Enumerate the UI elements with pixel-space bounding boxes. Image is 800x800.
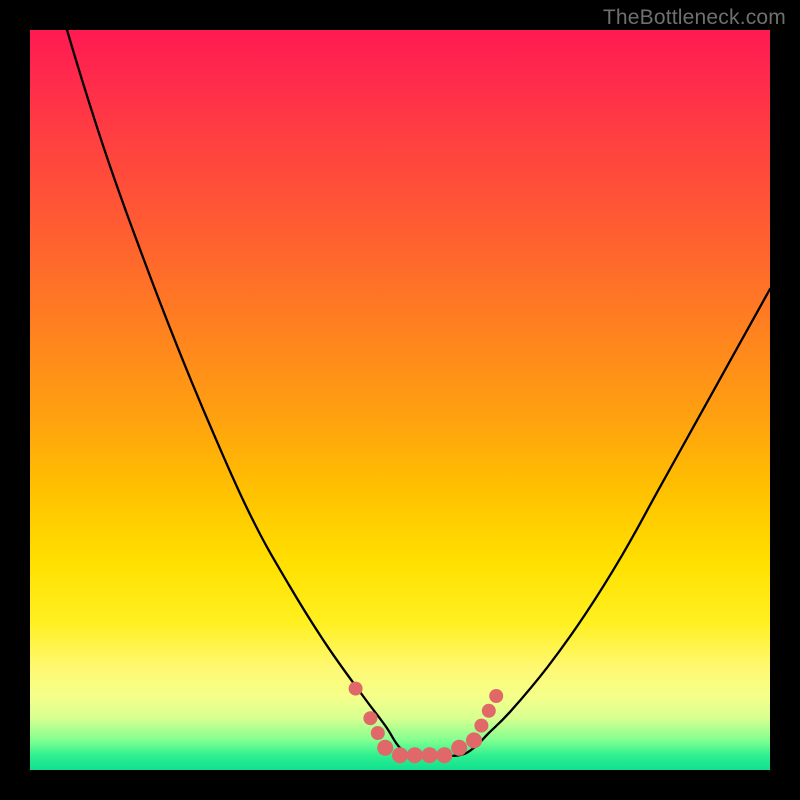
trough-marker bbox=[422, 747, 438, 763]
curve-layer bbox=[30, 30, 770, 770]
bottleneck-curve-path bbox=[30, 0, 770, 756]
trough-marker bbox=[371, 726, 385, 740]
trough-marker bbox=[377, 740, 393, 756]
trough-marker bbox=[489, 689, 503, 703]
chart-frame: TheBottleneck.com bbox=[0, 0, 800, 800]
trough-marker bbox=[407, 747, 423, 763]
trough-marker bbox=[392, 747, 408, 763]
plot-area bbox=[30, 30, 770, 770]
trough-marker bbox=[363, 711, 377, 725]
trough-marker bbox=[349, 682, 363, 696]
bottleneck-curve bbox=[30, 0, 770, 756]
trough-marker bbox=[482, 704, 496, 718]
watermark-text: TheBottleneck.com bbox=[603, 6, 786, 30]
trough-marker bbox=[451, 740, 467, 756]
trough-marker bbox=[474, 719, 488, 733]
trough-marker bbox=[436, 747, 452, 763]
trough-marker bbox=[466, 732, 482, 748]
trough-markers bbox=[349, 682, 504, 764]
